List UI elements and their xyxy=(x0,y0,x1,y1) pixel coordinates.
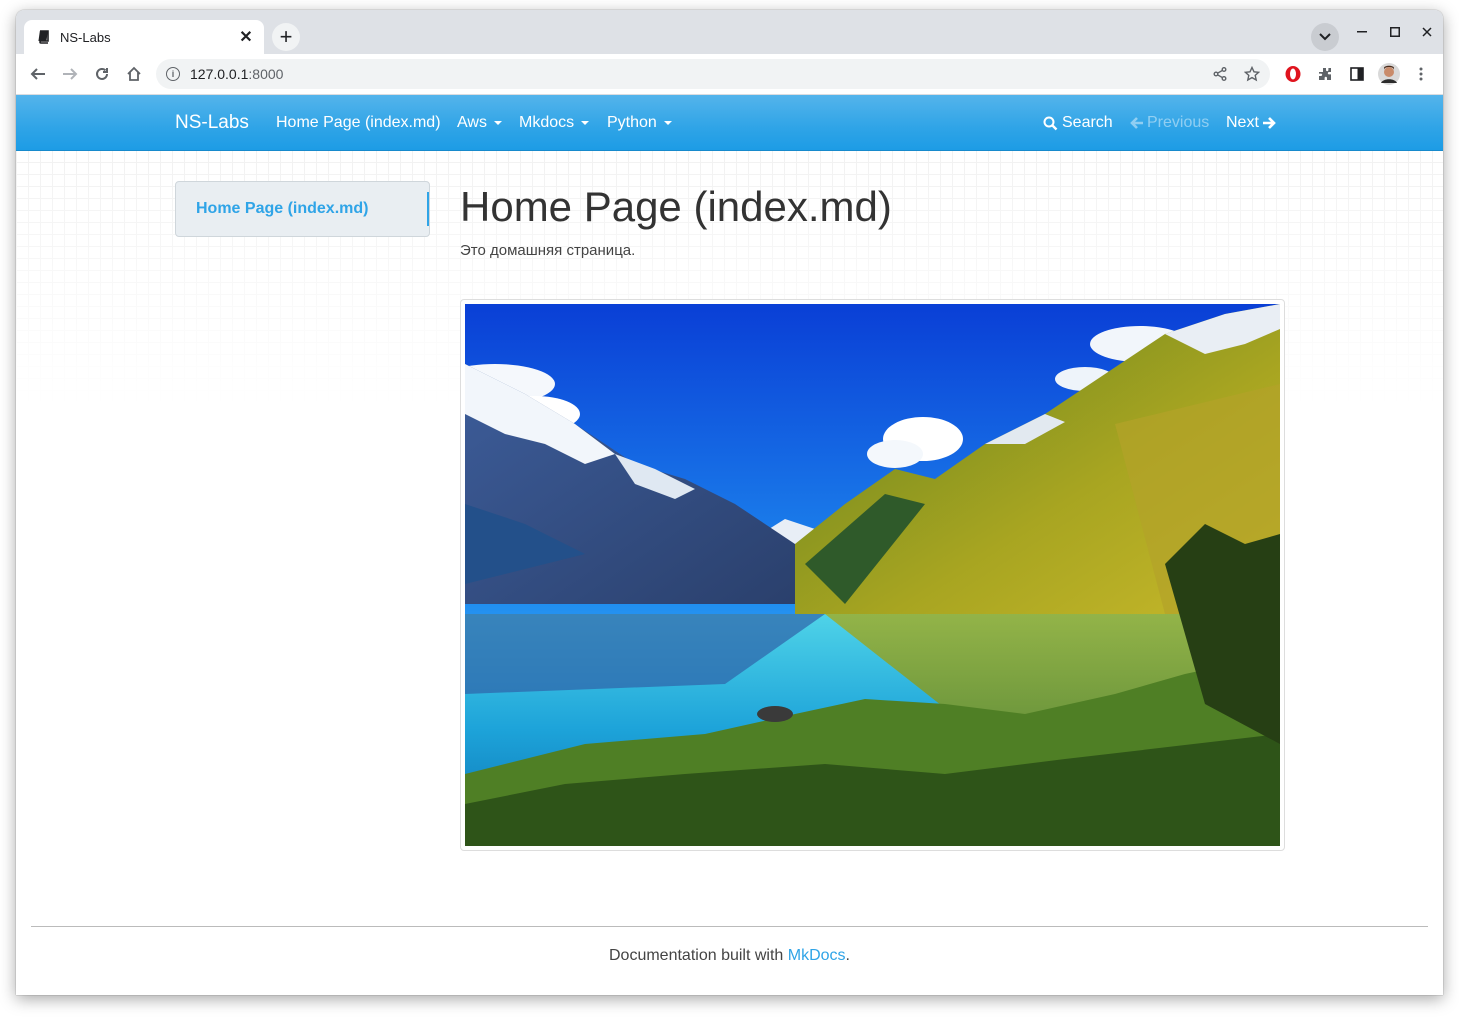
page-viewport: NS-Labs Home Page (index.md) Aws Mkdocs … xyxy=(16,95,1443,995)
book-icon xyxy=(36,29,52,45)
url-text: 127.0.0.1:8000 xyxy=(190,66,284,82)
address-bar[interactable]: i 127.0.0.1:8000 xyxy=(156,59,1270,89)
nav-item-mkdocs[interactable]: Mkdocs xyxy=(519,114,590,132)
arrow-left-icon xyxy=(1130,117,1143,129)
extensions-icon[interactable] xyxy=(1313,62,1337,86)
close-icon[interactable]: ✕ xyxy=(236,27,256,47)
tab-search-button[interactable] xyxy=(1311,23,1339,51)
info-icon[interactable]: i xyxy=(166,67,180,81)
reload-button[interactable] xyxy=(88,60,116,88)
back-button[interactable] xyxy=(24,60,52,88)
active-indicator xyxy=(427,192,429,226)
previous-button[interactable]: Previous xyxy=(1129,114,1209,132)
search-button[interactable]: Search xyxy=(1043,114,1113,132)
page-text: Это домашняя страница. xyxy=(460,242,636,259)
site-navbar: NS-Labs Home Page (index.md) Aws Mkdocs … xyxy=(16,95,1443,151)
side-panel-icon[interactable] xyxy=(1345,62,1369,86)
sidebar-nav: Home Page (index.md) xyxy=(175,181,430,237)
arrow-right-icon xyxy=(1262,117,1276,129)
browser-toolbar: i 127.0.0.1:8000 xyxy=(16,54,1443,95)
minimize-button[interactable] xyxy=(1347,22,1377,42)
search-icon xyxy=(1043,116,1058,130)
nav-item-python[interactable]: Python xyxy=(607,114,672,132)
arrow-left-icon xyxy=(30,68,45,80)
browser-window: NS-Labs ✕ + i 127.0.0.1:8000 NS-Labs Hom… xyxy=(16,10,1443,995)
close-window-button[interactable] xyxy=(1412,22,1442,42)
footer-prefix: Documentation built with xyxy=(609,947,788,964)
caret-down-icon xyxy=(663,121,672,125)
home-icon xyxy=(127,66,141,81)
site-brand[interactable]: NS-Labs xyxy=(175,112,249,134)
caret-down-icon xyxy=(493,121,502,125)
star-icon[interactable] xyxy=(1238,60,1266,88)
new-tab-button[interactable]: + xyxy=(272,23,300,51)
home-button[interactable] xyxy=(120,60,148,88)
opera-icon[interactable] xyxy=(1281,62,1305,86)
mountain-lake-picture xyxy=(465,304,1280,846)
browser-tab[interactable]: NS-Labs ✕ xyxy=(24,20,264,54)
landscape-image xyxy=(460,299,1285,851)
forward-button[interactable] xyxy=(56,60,84,88)
sidebar-item-home[interactable]: Home Page (index.md) xyxy=(196,200,368,218)
next-button[interactable]: Next xyxy=(1226,114,1277,132)
footer-divider xyxy=(31,926,1428,927)
footer-suffix: . xyxy=(845,947,850,964)
chevron-down-icon xyxy=(1319,33,1331,41)
tab-strip: NS-Labs ✕ + xyxy=(16,10,1443,54)
maximize-button[interactable] xyxy=(1380,22,1410,42)
nav-item-aws[interactable]: Aws xyxy=(457,114,502,132)
share-icon[interactable] xyxy=(1206,60,1234,88)
tab-title: NS-Labs xyxy=(60,29,111,45)
caret-down-icon xyxy=(581,121,590,125)
site-footer: Documentation built with MkDocs. xyxy=(16,947,1443,965)
menu-icon[interactable] xyxy=(1409,62,1433,86)
mkdocs-link[interactable]: MkDocs xyxy=(788,947,846,964)
nav-item-home[interactable]: Home Page (index.md) xyxy=(276,114,441,132)
arrow-right-icon xyxy=(63,68,78,80)
reload-icon xyxy=(96,67,108,80)
page-title: Home Page (index.md) xyxy=(460,183,892,230)
avatar[interactable] xyxy=(1377,62,1401,86)
